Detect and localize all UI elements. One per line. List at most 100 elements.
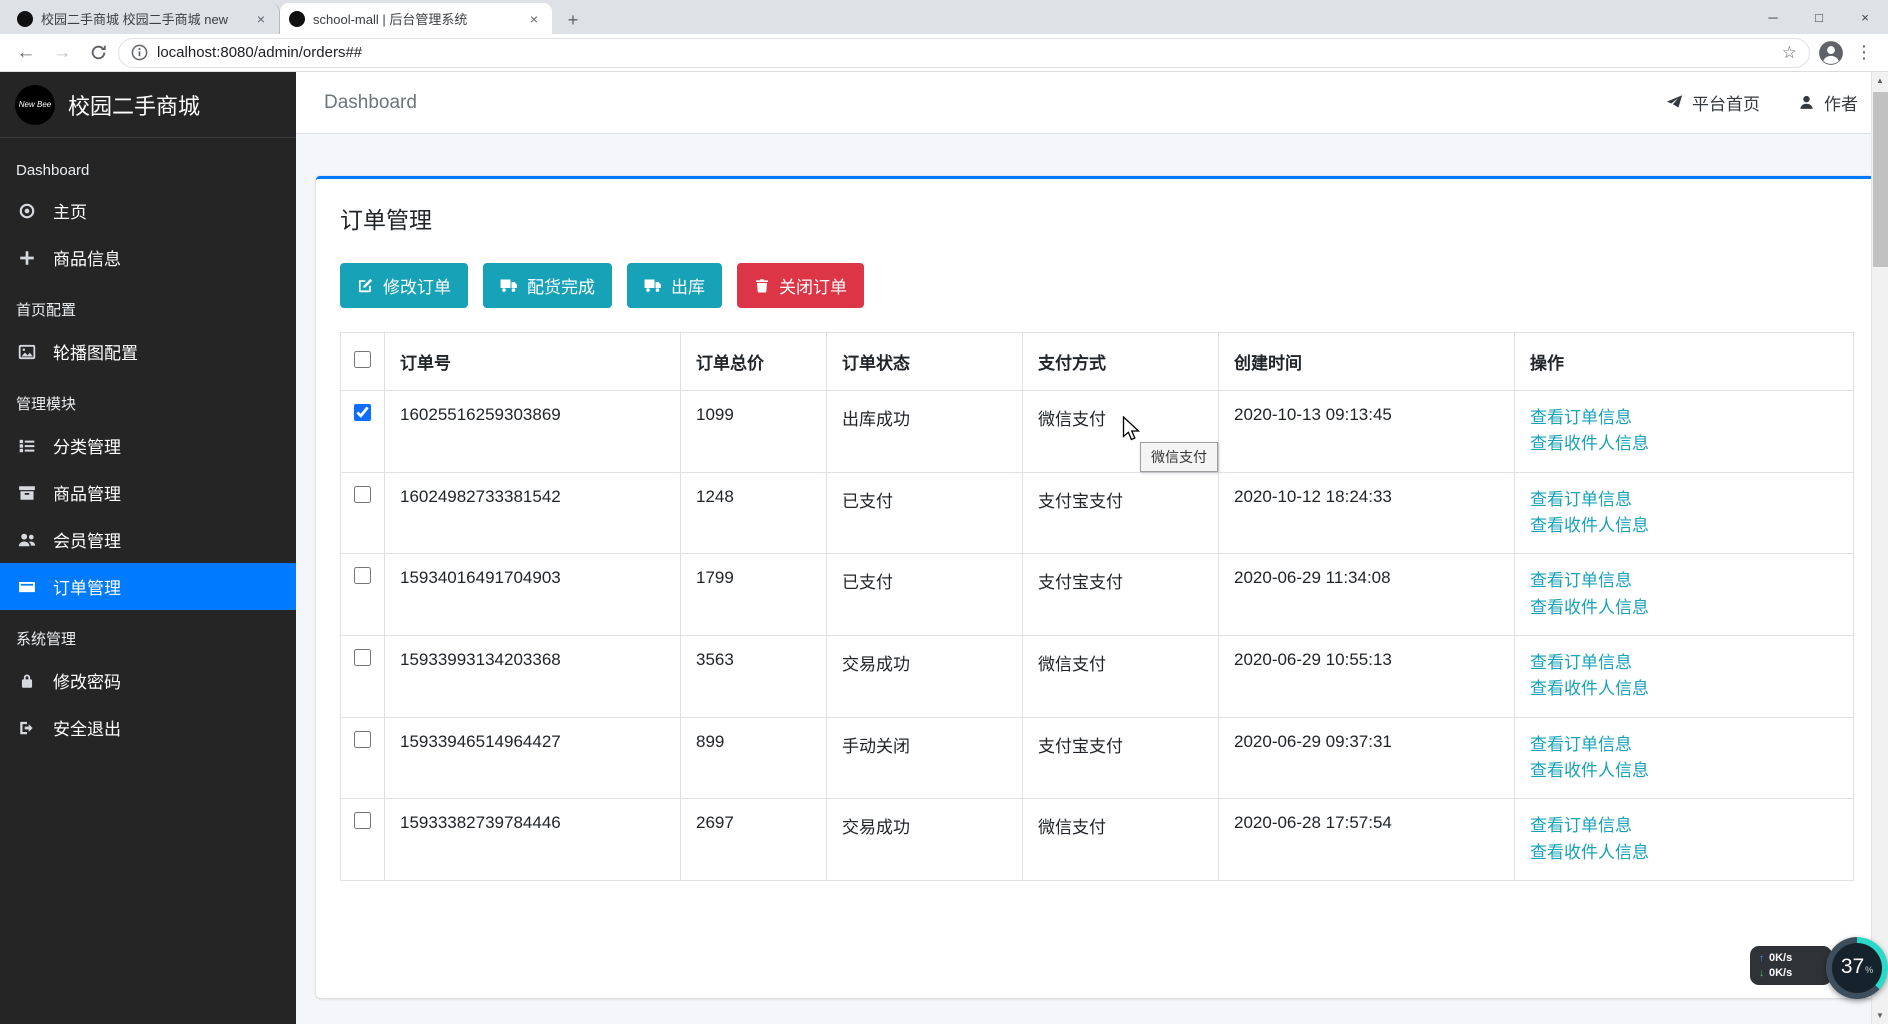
- column-total: 订单总价: [681, 333, 827, 391]
- forward-button[interactable]: →: [46, 37, 78, 69]
- upload-speed: 0K/s: [1769, 952, 1792, 964]
- actions-cell: 查看订单信息 查看收件人信息: [1515, 554, 1854, 636]
- tab-close-icon[interactable]: ×: [525, 10, 543, 28]
- view-recipient-link[interactable]: 查看收件人信息: [1530, 758, 1838, 784]
- platform-home-link[interactable]: 平台首页: [1666, 90, 1760, 115]
- page-scrollbar[interactable]: ▲ ▼: [1871, 72, 1888, 1024]
- select-all-checkbox[interactable]: [354, 351, 371, 368]
- browser-tab-2-active[interactable]: school-mall | 后台管理系统 ×: [280, 3, 552, 34]
- sidebar-item-member-management[interactable]: 会员管理: [0, 516, 296, 563]
- browser-menu-icon[interactable]: ⋮: [1854, 42, 1874, 63]
- scrollbar-down-arrow[interactable]: ▼: [1872, 1007, 1888, 1024]
- sign-out-icon: [16, 719, 38, 737]
- sidebar-item-order-management[interactable]: 订单管理: [0, 563, 296, 610]
- order-status-cell: 交易成功: [827, 636, 1023, 718]
- browser-tab-1[interactable]: 校园二手商城 校园二手商城 new ×: [8, 3, 280, 34]
- net-speed-widget[interactable]: ↑ 0K/s ↓ 0K/s: [1750, 946, 1832, 985]
- view-recipient-link[interactable]: 查看收件人信息: [1530, 676, 1838, 702]
- created-time-cell: 2020-06-29 09:37:31: [1219, 717, 1515, 799]
- sidebar-item-logout[interactable]: 安全退出: [0, 704, 296, 751]
- view-recipient-link[interactable]: 查看收件人信息: [1530, 513, 1838, 539]
- download-arrow-icon: ↓: [1759, 968, 1764, 979]
- order-no-cell: 15933993134203368: [385, 636, 681, 718]
- sidebar-item-home[interactable]: 主页: [0, 187, 296, 234]
- bookmark-star-icon[interactable]: ☆: [1782, 43, 1797, 63]
- column-status: 订单状态: [827, 333, 1023, 391]
- truck-icon: [644, 278, 662, 293]
- sidebar-item-label: 分类管理: [53, 433, 121, 458]
- actions-cell: 查看订单信息 查看收件人信息: [1515, 391, 1854, 473]
- site-favicon: [17, 11, 33, 27]
- view-order-link[interactable]: 查看订单信息: [1530, 487, 1838, 513]
- dashboard-icon: [16, 202, 38, 220]
- author-label: 作者: [1824, 90, 1858, 115]
- sidebar-item-category-management[interactable]: 分类管理: [0, 422, 296, 469]
- row-checkbox[interactable]: [354, 649, 371, 666]
- page-info-icon[interactable]: [131, 44, 148, 61]
- order-total-cell: 1099: [681, 391, 827, 473]
- table-row: 16025516259303869 1099 出库成功 微信支付 2020-10…: [341, 391, 1854, 473]
- row-checkbox[interactable]: [354, 812, 371, 829]
- tab-close-icon[interactable]: ×: [252, 10, 270, 28]
- sidebar-item-product-management[interactable]: 商品管理: [0, 469, 296, 516]
- tab-title: school-mall | 后台管理系统: [313, 9, 517, 28]
- row-checkbox[interactable]: [354, 486, 371, 503]
- author-link[interactable]: 作者: [1798, 90, 1858, 115]
- credit-card-icon: [16, 578, 38, 596]
- ship-out-button[interactable]: 出库: [627, 263, 722, 308]
- picking-complete-button[interactable]: 配货完成: [483, 263, 612, 308]
- window-maximize-button[interactable]: □: [1796, 0, 1842, 34]
- column-created: 创建时间: [1219, 333, 1515, 391]
- window-close-button[interactable]: ×: [1842, 0, 1888, 34]
- table-row: 15933382739784446 2697 交易成功 微信支付 2020-06…: [341, 799, 1854, 881]
- scrollbar-thumb[interactable]: [1873, 92, 1888, 267]
- edit-order-button[interactable]: 修改订单: [340, 263, 468, 308]
- breadcrumb: Dashboard: [324, 92, 417, 114]
- sidebar-item-carousel-config[interactable]: 轮播图配置: [0, 328, 296, 375]
- profile-avatar-icon[interactable]: [1818, 40, 1844, 66]
- order-no-cell: 16025516259303869: [385, 391, 681, 473]
- close-order-button[interactable]: 关闭订单: [737, 263, 864, 308]
- back-button[interactable]: ←: [10, 37, 42, 69]
- download-speed: 0K/s: [1769, 967, 1792, 979]
- row-checkbox[interactable]: [354, 404, 371, 421]
- order-no-cell: 15933382739784446: [385, 799, 681, 881]
- created-time-cell: 2020-06-29 11:34:08: [1219, 554, 1515, 636]
- new-tab-button[interactable]: +: [558, 6, 588, 34]
- edit-icon: [357, 277, 374, 294]
- url-text: localhost:8080/admin/orders##: [157, 44, 362, 61]
- table-row: 16024982733381542 1248 已支付 支付宝支付 2020-10…: [341, 472, 1854, 554]
- sidebar-item-label: 商品管理: [53, 480, 121, 505]
- sidebar-nav: Dashboard 主页 商品信息 首页配置 轮播图配置 管理模块 分类管理: [0, 138, 296, 757]
- admin-page: New Bee 校园二手商城 Dashboard 主页 商品信息 首页配置 轮播…: [0, 72, 1888, 1024]
- logo-text: New Bee: [19, 100, 51, 109]
- view-order-link[interactable]: 查看订单信息: [1530, 650, 1838, 676]
- sidebar-item-product-info[interactable]: 商品信息: [0, 234, 296, 281]
- reload-button[interactable]: [82, 37, 114, 69]
- site-favicon: [289, 11, 305, 27]
- orders-card: 订单管理 修改订单 配货完成 出库: [316, 176, 1878, 998]
- view-order-link[interactable]: 查看订单信息: [1530, 568, 1838, 594]
- row-checkbox[interactable]: [354, 731, 371, 748]
- view-recipient-link[interactable]: 查看收件人信息: [1530, 431, 1838, 457]
- order-total-cell: 1248: [681, 472, 827, 554]
- created-time-cell: 2020-10-12 18:24:33: [1219, 472, 1515, 554]
- sidebar-item-change-password[interactable]: 修改密码: [0, 657, 296, 704]
- image-icon: [16, 343, 38, 361]
- created-time-cell: 2020-10-13 09:13:45: [1219, 391, 1515, 473]
- platform-home-label: 平台首页: [1692, 90, 1760, 115]
- scrollbar-up-arrow[interactable]: ▲: [1872, 72, 1888, 89]
- payment-method-cell: 支付宝支付: [1023, 472, 1219, 554]
- row-checkbox[interactable]: [354, 567, 371, 584]
- brand-link[interactable]: New Bee 校园二手商城: [0, 72, 296, 138]
- view-recipient-link[interactable]: 查看收件人信息: [1530, 595, 1838, 621]
- window-minimize-button[interactable]: ─: [1750, 0, 1796, 34]
- view-recipient-link[interactable]: 查看收件人信息: [1530, 840, 1838, 866]
- view-order-link[interactable]: 查看订单信息: [1530, 732, 1838, 758]
- table-header-row: 订单号 订单总价 订单状态 支付方式 创建时间 操作: [341, 333, 1854, 391]
- orders-table: 订单号 订单总价 订单状态 支付方式 创建时间 操作 1602551625930…: [340, 332, 1854, 881]
- percent-badge[interactable]: 37 %: [1826, 937, 1888, 999]
- url-omnibox[interactable]: localhost:8080/admin/orders## ☆: [118, 38, 1810, 68]
- view-order-link[interactable]: 查看订单信息: [1530, 405, 1838, 431]
- view-order-link[interactable]: 查看订单信息: [1530, 813, 1838, 839]
